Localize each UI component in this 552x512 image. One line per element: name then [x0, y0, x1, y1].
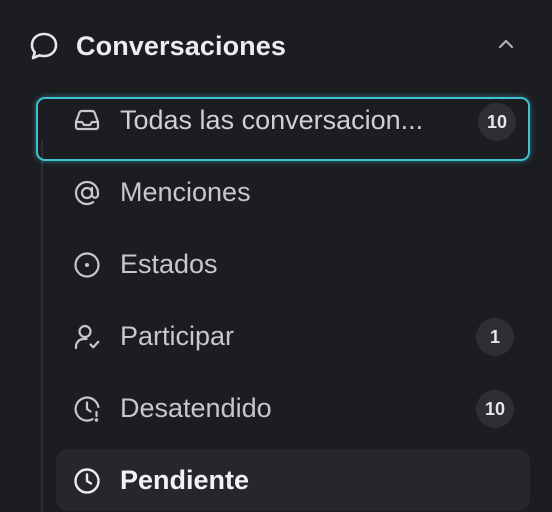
inbox-icon: [72, 105, 102, 135]
sidebar-item-pending[interactable]: Pendiente: [56, 449, 530, 511]
at-sign-icon: [72, 178, 102, 208]
sidebar-item-label: Estados: [120, 249, 218, 279]
count-badge: 10: [476, 390, 514, 428]
section-title: Conversaciones: [76, 31, 286, 61]
sidebar-item-label: Menciones: [120, 177, 251, 207]
sidebar-item-label: Desatendido: [120, 393, 272, 423]
sidebar-item-participate[interactable]: Participar 1: [56, 305, 530, 367]
clock-icon: [72, 466, 102, 496]
sidebar-item-unattended[interactable]: Desatendido 10: [56, 377, 530, 439]
chevron-up-icon[interactable]: [494, 32, 518, 56]
sidebar-item-statuses[interactable]: Estados: [56, 233, 530, 295]
sidebar-item-label: Participar: [120, 321, 235, 351]
sidebar-item-label: Todas las conversacion...: [120, 105, 424, 135]
chat-bubble-icon: [28, 30, 60, 62]
count-badge: 10: [478, 103, 516, 141]
status-circle-icon: [72, 250, 102, 280]
tree-guide-line: [41, 140, 43, 512]
user-check-icon: [72, 322, 102, 352]
conversations-section-header[interactable]: Conversaciones: [0, 0, 552, 92]
sidebar-item-label: Pendiente: [120, 465, 250, 495]
count-badge: 1: [476, 318, 514, 356]
sidebar-item-all-conversations[interactable]: Todas las conversacion... 10: [36, 97, 530, 161]
sidebar-item-mentions[interactable]: Menciones: [56, 161, 530, 223]
clock-alert-icon: [72, 394, 102, 424]
